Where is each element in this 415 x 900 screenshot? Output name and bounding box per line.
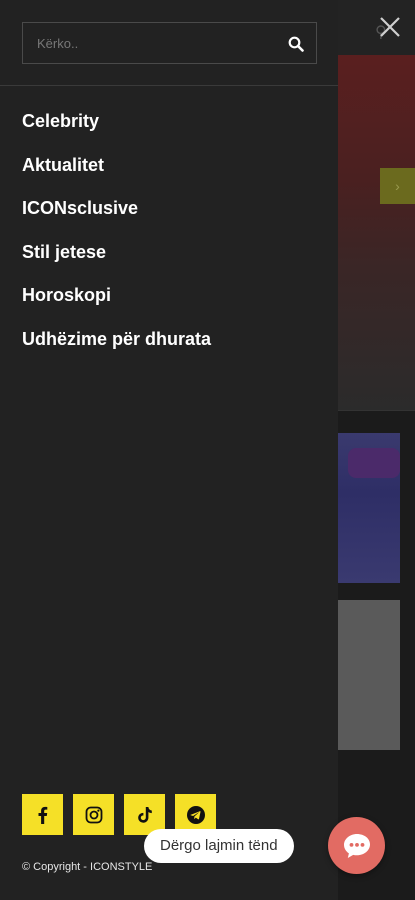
side-menu-drawer: Celebrity Aktualitet ICONsclusive Stil j… [0, 0, 338, 900]
background-next-arrow-icon: › [380, 168, 415, 204]
background-hero-image [338, 55, 415, 410]
background-divider [338, 410, 415, 411]
background-card-glow [348, 448, 400, 478]
close-menu-button[interactable] [373, 10, 407, 44]
facebook-icon [38, 806, 47, 824]
menu-link-iconsclusive[interactable]: ICONsclusive [22, 195, 138, 221]
background-card-image [338, 433, 400, 583]
copyright-text: © Copyright - ICONSTYLE [22, 861, 153, 873]
menu-item: ICONsclusive [22, 195, 211, 239]
main-menu: Celebrity Aktualitet ICONsclusive Stil j… [22, 108, 211, 369]
telegram-icon [186, 805, 205, 824]
menu-link-aktualitet[interactable]: Aktualitet [22, 152, 104, 178]
menu-link-celebrity[interactable]: Celebrity [22, 108, 99, 134]
menu-item: Aktualitet [22, 152, 211, 196]
menu-item: Horoskopi [22, 282, 211, 326]
menu-link-horoskopi[interactable]: Horoskopi [22, 282, 111, 308]
background-card-image [338, 600, 400, 750]
send-news-chat-button[interactable] [328, 817, 385, 874]
menu-link-stil-jetese[interactable]: Stil jetese [22, 239, 106, 265]
close-icon [380, 17, 400, 37]
menu-link-udhezime-per-dhurata[interactable]: Udhëzime për dhurata [22, 326, 211, 352]
search-input[interactable] [23, 23, 273, 63]
tiktok-icon [137, 806, 152, 823]
facebook-button[interactable] [22, 794, 63, 835]
search-box [22, 22, 317, 64]
send-news-label[interactable]: Dërgo lajmin tënd [144, 829, 294, 863]
instagram-button[interactable] [73, 794, 114, 835]
chat-bubble-icon [343, 833, 370, 858]
menu-item: Celebrity [22, 108, 211, 152]
menu-item: Udhëzime për dhurata [22, 326, 211, 370]
instagram-icon [85, 806, 102, 823]
search-icon[interactable] [288, 36, 304, 52]
menu-item: Stil jetese [22, 239, 211, 283]
divider [0, 85, 338, 86]
